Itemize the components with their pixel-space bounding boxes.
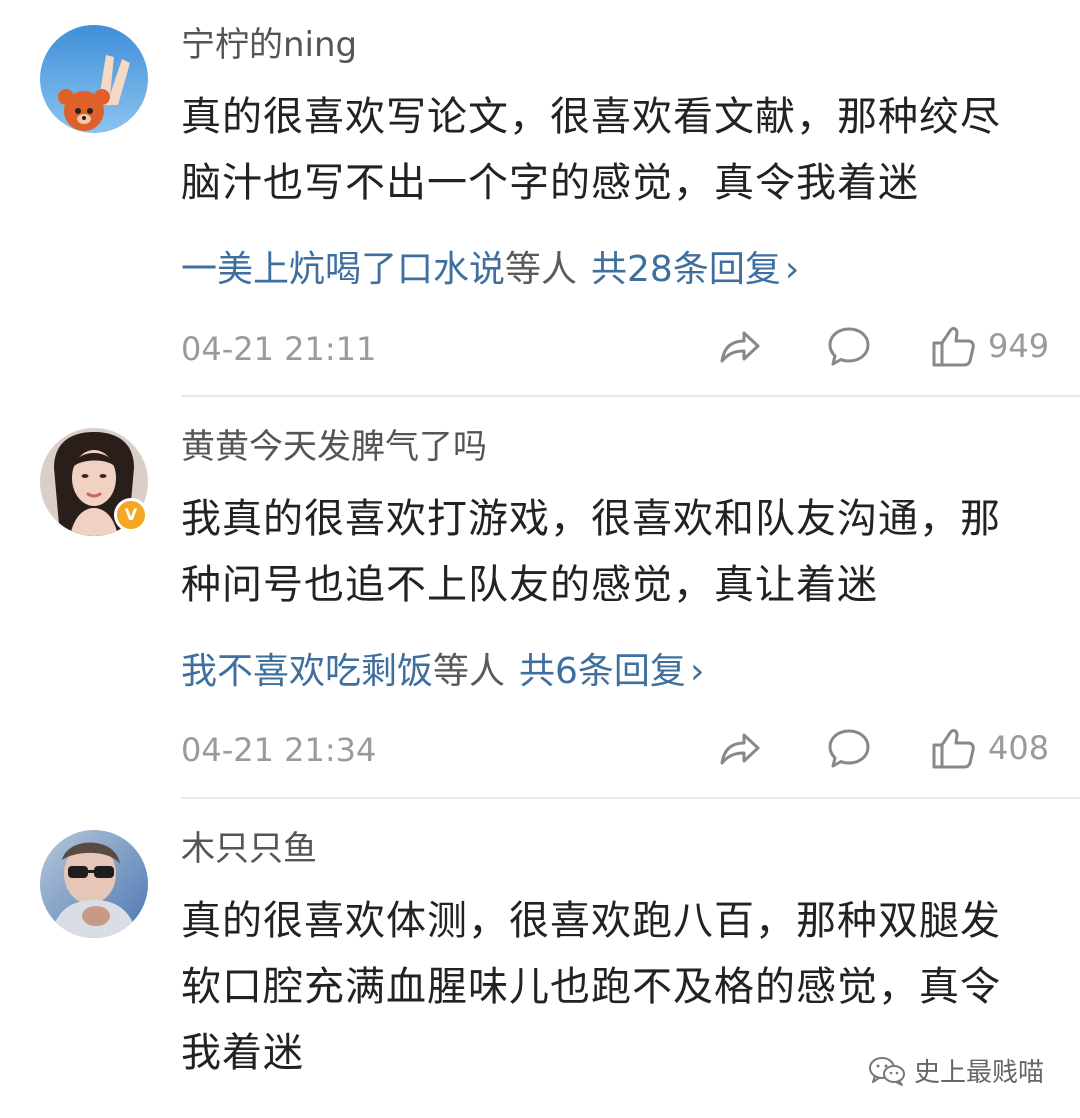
avatar-hand-bear-icon — [40, 25, 148, 133]
like-count: 949 — [988, 327, 1050, 365]
user-avatar[interactable] — [40, 25, 148, 133]
chevron-right-icon: › — [784, 249, 800, 290]
watermark: 史上最贱喵 — [868, 1052, 1044, 1089]
comment-divider — [181, 395, 1080, 397]
username[interactable]: 黄黄今天发脾气了吗 — [181, 426, 487, 468]
reply-count[interactable]: 共28条回复 — [591, 249, 781, 290]
thumbs-up-icon — [932, 729, 975, 769]
wechat-icon — [868, 1056, 905, 1086]
comment-text-line: 真的很喜欢写论文，很喜欢看文献，那种绞尽 — [181, 94, 1001, 140]
comment-text-line: 种问号也追不上队友的感觉，真让着迷 — [181, 562, 878, 608]
chevron-right-icon: › — [689, 651, 705, 692]
reply-users-suffix: 等人 — [505, 249, 578, 290]
view-replies-link[interactable]: 一美上炕喝了口水说等人 共28条回复 › — [181, 248, 799, 292]
like-button[interactable]: 408 — [930, 725, 1049, 771]
comment-icon — [828, 327, 870, 366]
comment-text-line: 我真的很喜欢打游戏，很喜欢和队友沟通，那 — [181, 496, 1001, 542]
username[interactable]: 宁柠的ning — [181, 24, 357, 66]
comment-text: 我真的很喜欢打游戏，很喜欢和队友沟通，那 种问号也追不上队友的感觉，真让着迷 — [181, 486, 1041, 618]
share-icon — [720, 733, 760, 765]
comment-text: 真的很喜欢写论文，很喜欢看文献，那种绞尽 脑汁也写不出一个字的感觉，真令我着迷 — [181, 84, 1041, 216]
reply-count[interactable]: 共6条回复 — [519, 651, 686, 692]
verified-badge-text: V — [124, 505, 138, 524]
share-button[interactable] — [716, 725, 762, 771]
username[interactable]: 木只只鱼 — [181, 828, 317, 870]
user-avatar[interactable] — [40, 830, 148, 938]
watermark-text: 史上最贱喵 — [913, 1058, 1044, 1088]
share-button[interactable] — [716, 323, 762, 369]
comment-divider — [181, 797, 1080, 799]
comment-text-line: 软口腔充满血腥味儿也跑不及格的感觉，真令 — [181, 964, 1001, 1010]
reply-users-suffix: 等人 — [433, 651, 506, 692]
comment-button[interactable] — [826, 323, 872, 369]
verified-badge: V — [114, 498, 148, 532]
comment-text-line: 真的很喜欢体测，很喜欢跑八百，那种双腿发 — [181, 898, 1001, 944]
like-button[interactable]: 949 — [930, 323, 1049, 369]
thumbs-up-icon — [932, 327, 975, 367]
like-count: 408 — [988, 729, 1050, 767]
user-avatar[interactable]: V — [40, 428, 148, 536]
comment-timestamp: 04-21 21:11 — [181, 330, 377, 368]
comment-icon — [828, 729, 870, 768]
comment-button[interactable] — [826, 725, 872, 771]
comment-timestamp: 04-21 21:34 — [181, 731, 377, 769]
reply-users[interactable]: 一美上炕喝了口水说 — [181, 249, 505, 290]
view-replies-link[interactable]: 我不喜欢吃剩饭等人 共6条回复 › — [181, 650, 704, 694]
comment-text-line: 脑汁也写不出一个字的感觉，真令我着迷 — [181, 160, 919, 206]
share-icon — [720, 331, 760, 363]
reply-users[interactable]: 我不喜欢吃剩饭 — [181, 651, 433, 692]
avatar-sunglasses-icon — [40, 830, 148, 938]
